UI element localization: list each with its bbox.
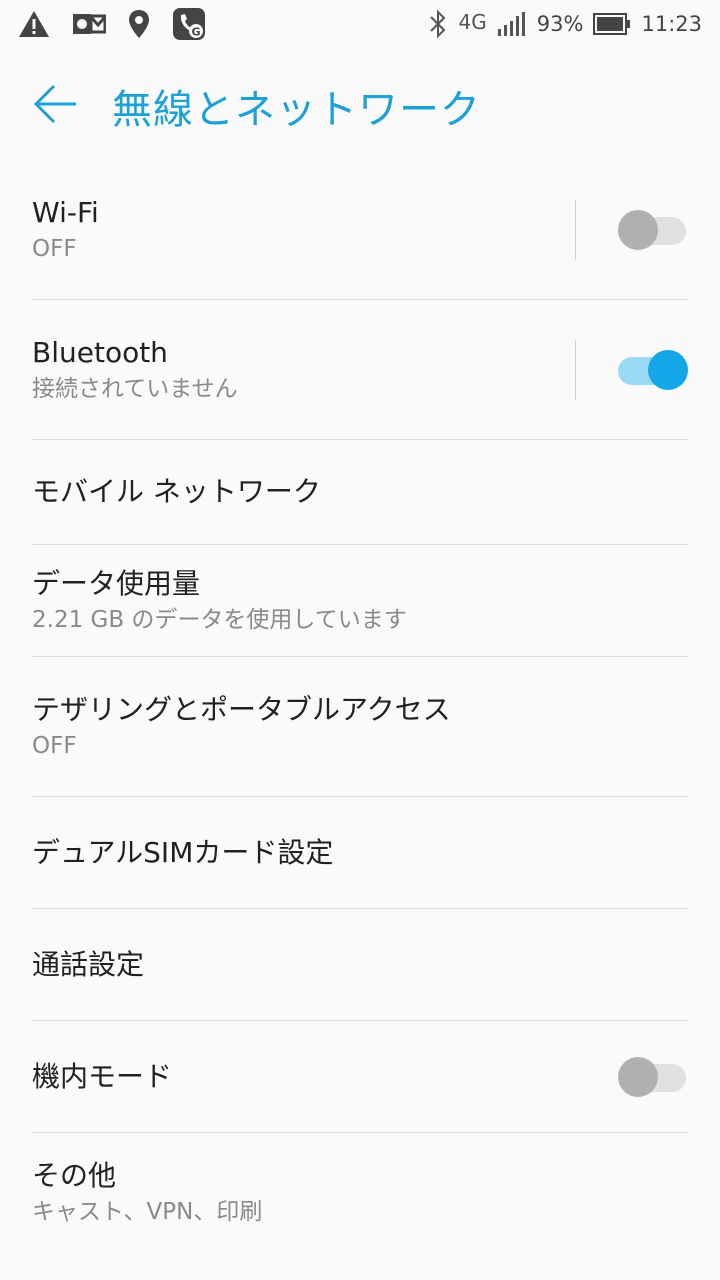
item-title: 通話設定: [32, 947, 145, 981]
mobile-network-item[interactable]: モバイル ネットワーク: [32, 440, 688, 545]
back-button[interactable]: [0, 60, 112, 152]
page-title: 無線とネットワーク: [112, 87, 481, 133]
battery-icon: [593, 13, 631, 35]
system-indicators: 4G 93% 11:23: [427, 9, 702, 39]
item-title: その他: [32, 1159, 117, 1192]
call-settings-item[interactable]: 通話設定: [32, 909, 688, 1021]
bluetooth-toggle[interactable]: [618, 350, 688, 390]
item-subtitle: OFF: [32, 732, 77, 759]
item-title: デュアルSIMカード設定: [32, 835, 334, 869]
network-type: 4G: [458, 10, 487, 34]
notification-icons: G: [18, 7, 206, 41]
call-app-icon: G: [172, 7, 206, 41]
settings-list: Wi-Fi OFF Bluetooth 接続されていません モバイル ネットワー…: [32, 160, 688, 1253]
item-title: データ使用量: [32, 566, 201, 600]
svg-text:G: G: [191, 26, 200, 39]
toggle-thumb: [648, 350, 688, 390]
wifi-item[interactable]: Wi-Fi OFF: [32, 160, 688, 300]
more-item[interactable]: その他 キャスト、VPN、印刷: [32, 1133, 688, 1253]
airplane-mode-item[interactable]: 機内モード: [32, 1021, 688, 1133]
location-icon: [128, 9, 150, 39]
toggle-thumb: [618, 210, 658, 250]
toggle-thumb: [618, 1057, 658, 1097]
vertical-divider: [575, 340, 576, 400]
item-title: 機内モード: [32, 1059, 173, 1093]
item-title: テザリングとポータブルアクセス: [32, 692, 451, 726]
tethering-item[interactable]: テザリングとポータブルアクセス OFF: [32, 657, 688, 797]
data-usage-item[interactable]: データ使用量 2.21 GB のデータを使用しています: [32, 545, 688, 657]
status-bar: G 4G 93% 11:23: [0, 0, 720, 48]
warning-icon: [18, 10, 50, 38]
dual-sim-item[interactable]: デュアルSIMカード設定: [32, 797, 688, 909]
wifi-toggle[interactable]: [618, 210, 688, 250]
clock: 11:23: [641, 12, 702, 36]
battery-percent: 93%: [536, 12, 584, 36]
signal-icon: [497, 11, 527, 37]
item-title: Bluetooth: [32, 335, 168, 369]
vertical-divider: [575, 200, 576, 260]
back-arrow-icon: [33, 84, 78, 128]
bluetooth-item[interactable]: Bluetooth 接続されていません: [32, 300, 688, 440]
item-title: モバイル ネットワーク: [32, 475, 321, 508]
app-bar: 無線とネットワーク: [0, 60, 720, 152]
item-subtitle: 接続されていません: [32, 375, 238, 402]
item-title: Wi-Fi: [32, 195, 99, 229]
voicemail-icon: [72, 11, 106, 37]
airplane-mode-toggle[interactable]: [618, 1057, 688, 1097]
item-subtitle: キャスト、VPN、印刷: [32, 1199, 263, 1225]
bluetooth-icon: [427, 9, 449, 39]
item-subtitle: 2.21 GB のデータを使用しています: [32, 606, 407, 633]
item-subtitle: OFF: [32, 235, 77, 262]
